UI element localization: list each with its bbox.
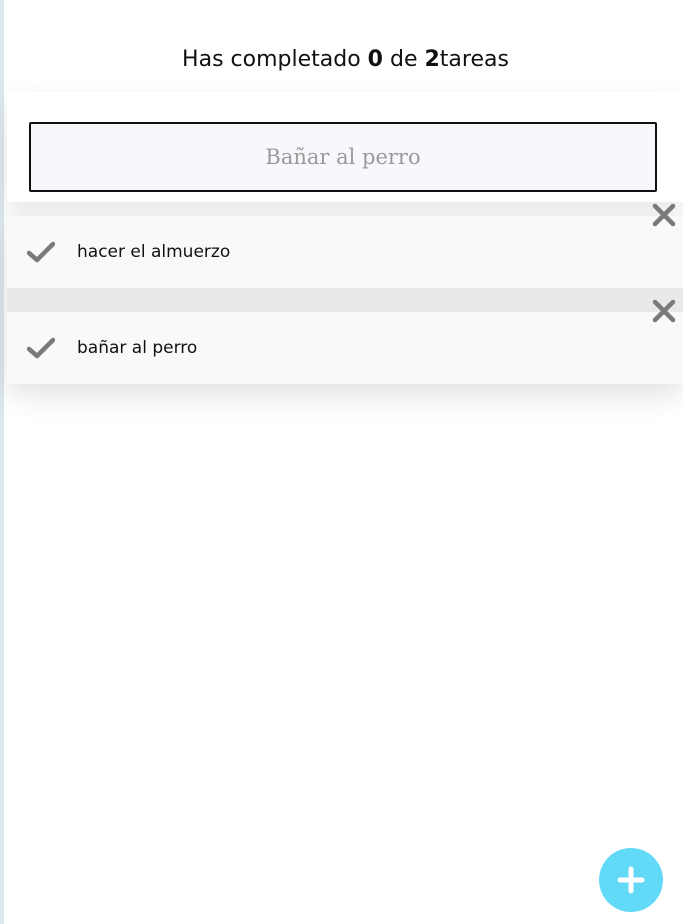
completed-count: 0 bbox=[367, 47, 383, 72]
plus-icon bbox=[617, 866, 645, 894]
total-count: 2 bbox=[424, 47, 440, 72]
todo-app: Has completado 0 de 2tareas hacer el alm… bbox=[0, 0, 683, 924]
task-item: bañar al perro bbox=[7, 299, 683, 384]
check-icon[interactable] bbox=[27, 336, 55, 360]
summary-suffix: tareas bbox=[439, 47, 509, 72]
summary-prefix: Has completado bbox=[182, 47, 361, 72]
add-task-button[interactable] bbox=[599, 848, 663, 912]
task-label: bañar al perro bbox=[77, 338, 198, 358]
task-label: hacer el almuerzo bbox=[77, 242, 231, 262]
task-summary: Has completado 0 de 2tareas bbox=[0, 44, 683, 76]
summary-middle: de bbox=[389, 47, 418, 72]
task-list: hacer el almuerzo bañar al perro bbox=[7, 203, 683, 384]
new-task-input[interactable] bbox=[29, 122, 657, 192]
check-icon[interactable] bbox=[27, 240, 55, 264]
close-icon[interactable] bbox=[651, 202, 677, 228]
close-icon[interactable] bbox=[651, 298, 677, 324]
task-item: hacer el almuerzo bbox=[7, 203, 683, 288]
left-border bbox=[0, 0, 4, 924]
